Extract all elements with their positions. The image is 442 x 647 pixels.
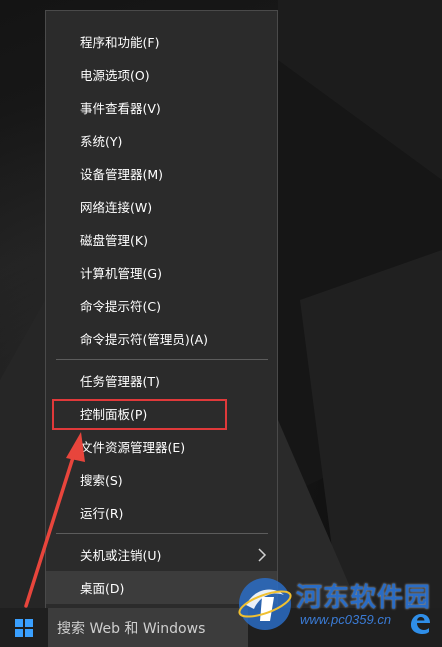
taskbar-search-box[interactable]: 搜索 Web 和 Windows xyxy=(48,608,248,647)
search-placeholder: 搜索 Web 和 Windows xyxy=(57,620,206,637)
windows-logo-icon xyxy=(15,618,33,637)
watermark-url: www.pc0359.cn xyxy=(300,612,392,627)
watermark-title: 河东软件园 xyxy=(296,583,432,613)
edge-browser-icon[interactable] xyxy=(408,612,432,636)
annotation-arrow-icon xyxy=(24,432,85,608)
watermark-logo-icon xyxy=(238,578,292,630)
start-button[interactable] xyxy=(0,608,48,647)
